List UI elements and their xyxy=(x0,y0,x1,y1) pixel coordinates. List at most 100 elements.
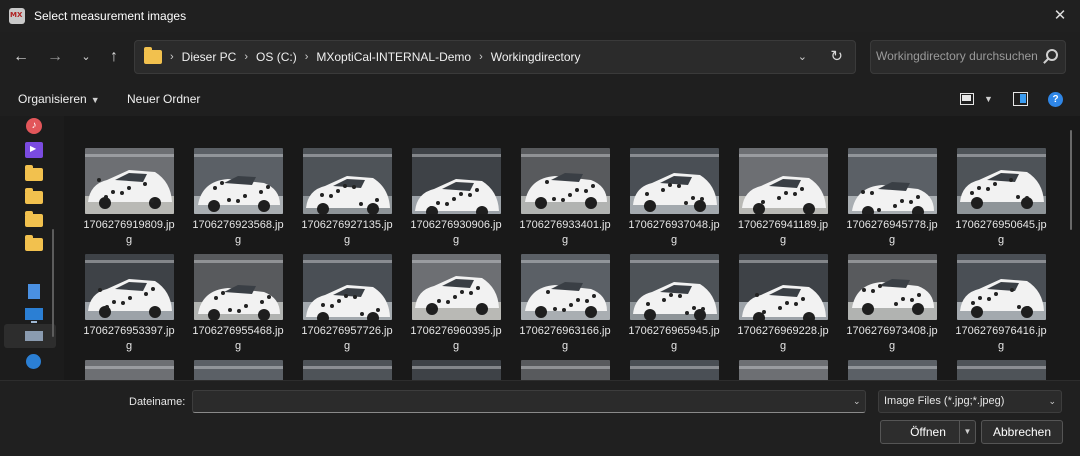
image-thumbnail xyxy=(412,360,501,380)
content-scrollbar[interactable] xyxy=(1070,130,1072,230)
image-thumbnail xyxy=(85,360,174,380)
image-thumbnail xyxy=(630,254,719,320)
chevron-right-icon: › xyxy=(244,51,249,63)
image-thumbnail xyxy=(739,254,828,320)
image-thumbnail xyxy=(194,148,283,214)
file-name: 1706276976416.jp g xyxy=(946,324,1056,354)
command-bar: Organisieren ▼ Neuer Ordner ▼ ? xyxy=(0,82,1080,116)
image-thumbnail xyxy=(303,360,392,380)
image-thumbnail xyxy=(848,360,937,380)
view-mode-icon[interactable] xyxy=(960,93,974,105)
breadcrumb-project[interactable]: MXoptiCal-INTERNAL-Demo xyxy=(316,50,471,64)
title-bar: Select measurement images ✕ xyxy=(0,0,1080,32)
image-thumbnail xyxy=(630,360,719,380)
file-name-line: g xyxy=(888,234,896,246)
address-bar[interactable]: › Dieser PC › OS (C:) › MXoptiCal-INTERN… xyxy=(134,40,856,74)
chevron-right-icon: › xyxy=(304,51,309,63)
open-options-chevron-icon[interactable]: ▼ xyxy=(959,421,975,443)
folder-icon[interactable] xyxy=(25,211,43,227)
file-name: 1706276923568.jp g xyxy=(183,218,293,248)
file-name-line: 1706276960395.jp xyxy=(410,325,502,337)
image-thumbnail xyxy=(739,148,828,214)
file-name: 1706276955468.jp g xyxy=(183,324,293,354)
image-thumbnail xyxy=(521,254,610,320)
image-thumbnail xyxy=(194,254,283,320)
recent-locations-button[interactable]: ⌄ xyxy=(75,46,97,68)
file-name-line: 1706276969228.jp xyxy=(737,325,829,337)
image-thumbnail xyxy=(957,148,1046,214)
breadcrumb-current[interactable]: Workingdirectory xyxy=(491,50,581,64)
file-name: 1706276933401.jp g xyxy=(510,218,620,248)
file-name-line: g xyxy=(125,234,133,246)
file-name-line: g xyxy=(779,340,787,352)
search-input[interactable] xyxy=(876,49,1041,63)
file-name-line: 1706276930906.jp xyxy=(410,219,502,231)
image-thumbnail xyxy=(957,254,1046,320)
file-name-line: 1706276923568.jp xyxy=(192,219,284,231)
file-name-line: g xyxy=(997,234,1005,246)
chevron-right-icon: › xyxy=(170,51,174,63)
filename-input[interactable] xyxy=(192,390,866,413)
image-thumbnail xyxy=(303,254,392,320)
image-thumbnail xyxy=(521,360,610,380)
forward-button[interactable]: → xyxy=(44,46,66,68)
file-name: 1706276927135.jp g xyxy=(292,218,402,248)
sidebar-scrollbar[interactable] xyxy=(52,229,54,337)
open-label: Öffnen xyxy=(910,425,946,439)
file-name-line: g xyxy=(670,340,678,352)
this-pc-icon[interactable] xyxy=(25,308,43,323)
image-thumbnail xyxy=(194,360,283,380)
folder-icon[interactable] xyxy=(25,235,43,251)
breadcrumb-this-pc[interactable]: Dieser PC xyxy=(182,50,237,64)
document-icon[interactable] xyxy=(28,284,40,299)
breadcrumb-drive[interactable]: OS (C:) xyxy=(256,50,297,64)
preview-pane-icon[interactable] xyxy=(1013,92,1028,106)
chevron-down-icon: ⌄ xyxy=(1048,396,1056,406)
image-thumbnail xyxy=(630,148,719,214)
search-box[interactable] xyxy=(870,40,1066,74)
close-icon: ✕ xyxy=(1053,7,1067,24)
cancel-button[interactable]: Abbrechen xyxy=(981,420,1063,444)
file-name-line: g xyxy=(888,340,896,352)
file-type-filter-select[interactable]: Image Files (*.jpg;*.jpeg) ⌄ xyxy=(878,390,1062,413)
file-name: 1706276950645.jp g xyxy=(946,218,1056,248)
file-name-line: 1706276950645.jp xyxy=(955,219,1047,231)
close-button[interactable]: ✕ xyxy=(1050,6,1070,26)
open-button[interactable]: Öffnen ▼ xyxy=(880,420,976,444)
image-thumbnail xyxy=(303,148,392,214)
file-name-line: 1706276933401.jp xyxy=(519,219,611,231)
file-name-line: g xyxy=(997,340,1005,352)
file-name-line: g xyxy=(343,340,351,352)
chevron-right-icon: › xyxy=(479,51,483,63)
address-history-chevron-icon[interactable]: ⌄ xyxy=(798,50,807,63)
file-name-line: g xyxy=(670,234,678,246)
back-button[interactable]: ← xyxy=(10,46,32,68)
help-icon[interactable]: ? xyxy=(1048,92,1063,107)
folder-icon[interactable] xyxy=(25,188,43,204)
drive-icon[interactable] xyxy=(25,331,43,341)
music-icon[interactable]: ♪ xyxy=(26,118,42,134)
navigation-pane: ♪ xyxy=(0,116,64,380)
network-icon[interactable] xyxy=(26,354,41,369)
file-name: 1706276919809.jp g xyxy=(74,218,184,248)
image-thumbnail xyxy=(848,254,937,320)
file-name-line: 1706276953397.jp xyxy=(83,325,175,337)
filename-label: Dateiname: xyxy=(129,396,186,408)
app-logo-icon xyxy=(9,8,25,24)
image-thumbnail xyxy=(739,360,828,380)
file-name-line: g xyxy=(779,234,787,246)
filename-history-chevron-icon[interactable]: ⌄ xyxy=(853,396,861,407)
refresh-icon[interactable]: ↻ xyxy=(830,47,843,65)
videos-icon[interactable] xyxy=(25,142,43,158)
folder-icon[interactable] xyxy=(25,165,43,181)
organize-label: Organisieren xyxy=(18,92,87,106)
file-dialog-footer: Dateiname: ⌄ Image Files (*.jpg;*.jpeg) … xyxy=(0,380,1080,456)
up-button[interactable]: ↑ xyxy=(103,46,125,68)
caret-down-icon[interactable]: ▼ xyxy=(984,94,993,104)
file-name-line: 1706276976416.jp xyxy=(955,325,1047,337)
search-icon[interactable] xyxy=(1046,49,1058,61)
new-folder-button[interactable]: Neuer Ordner xyxy=(127,92,200,106)
organize-button[interactable]: Organisieren ▼ xyxy=(18,92,100,106)
window-title: Select measurement images xyxy=(34,9,187,23)
file-name: 1706276945778.jp g xyxy=(837,218,947,248)
